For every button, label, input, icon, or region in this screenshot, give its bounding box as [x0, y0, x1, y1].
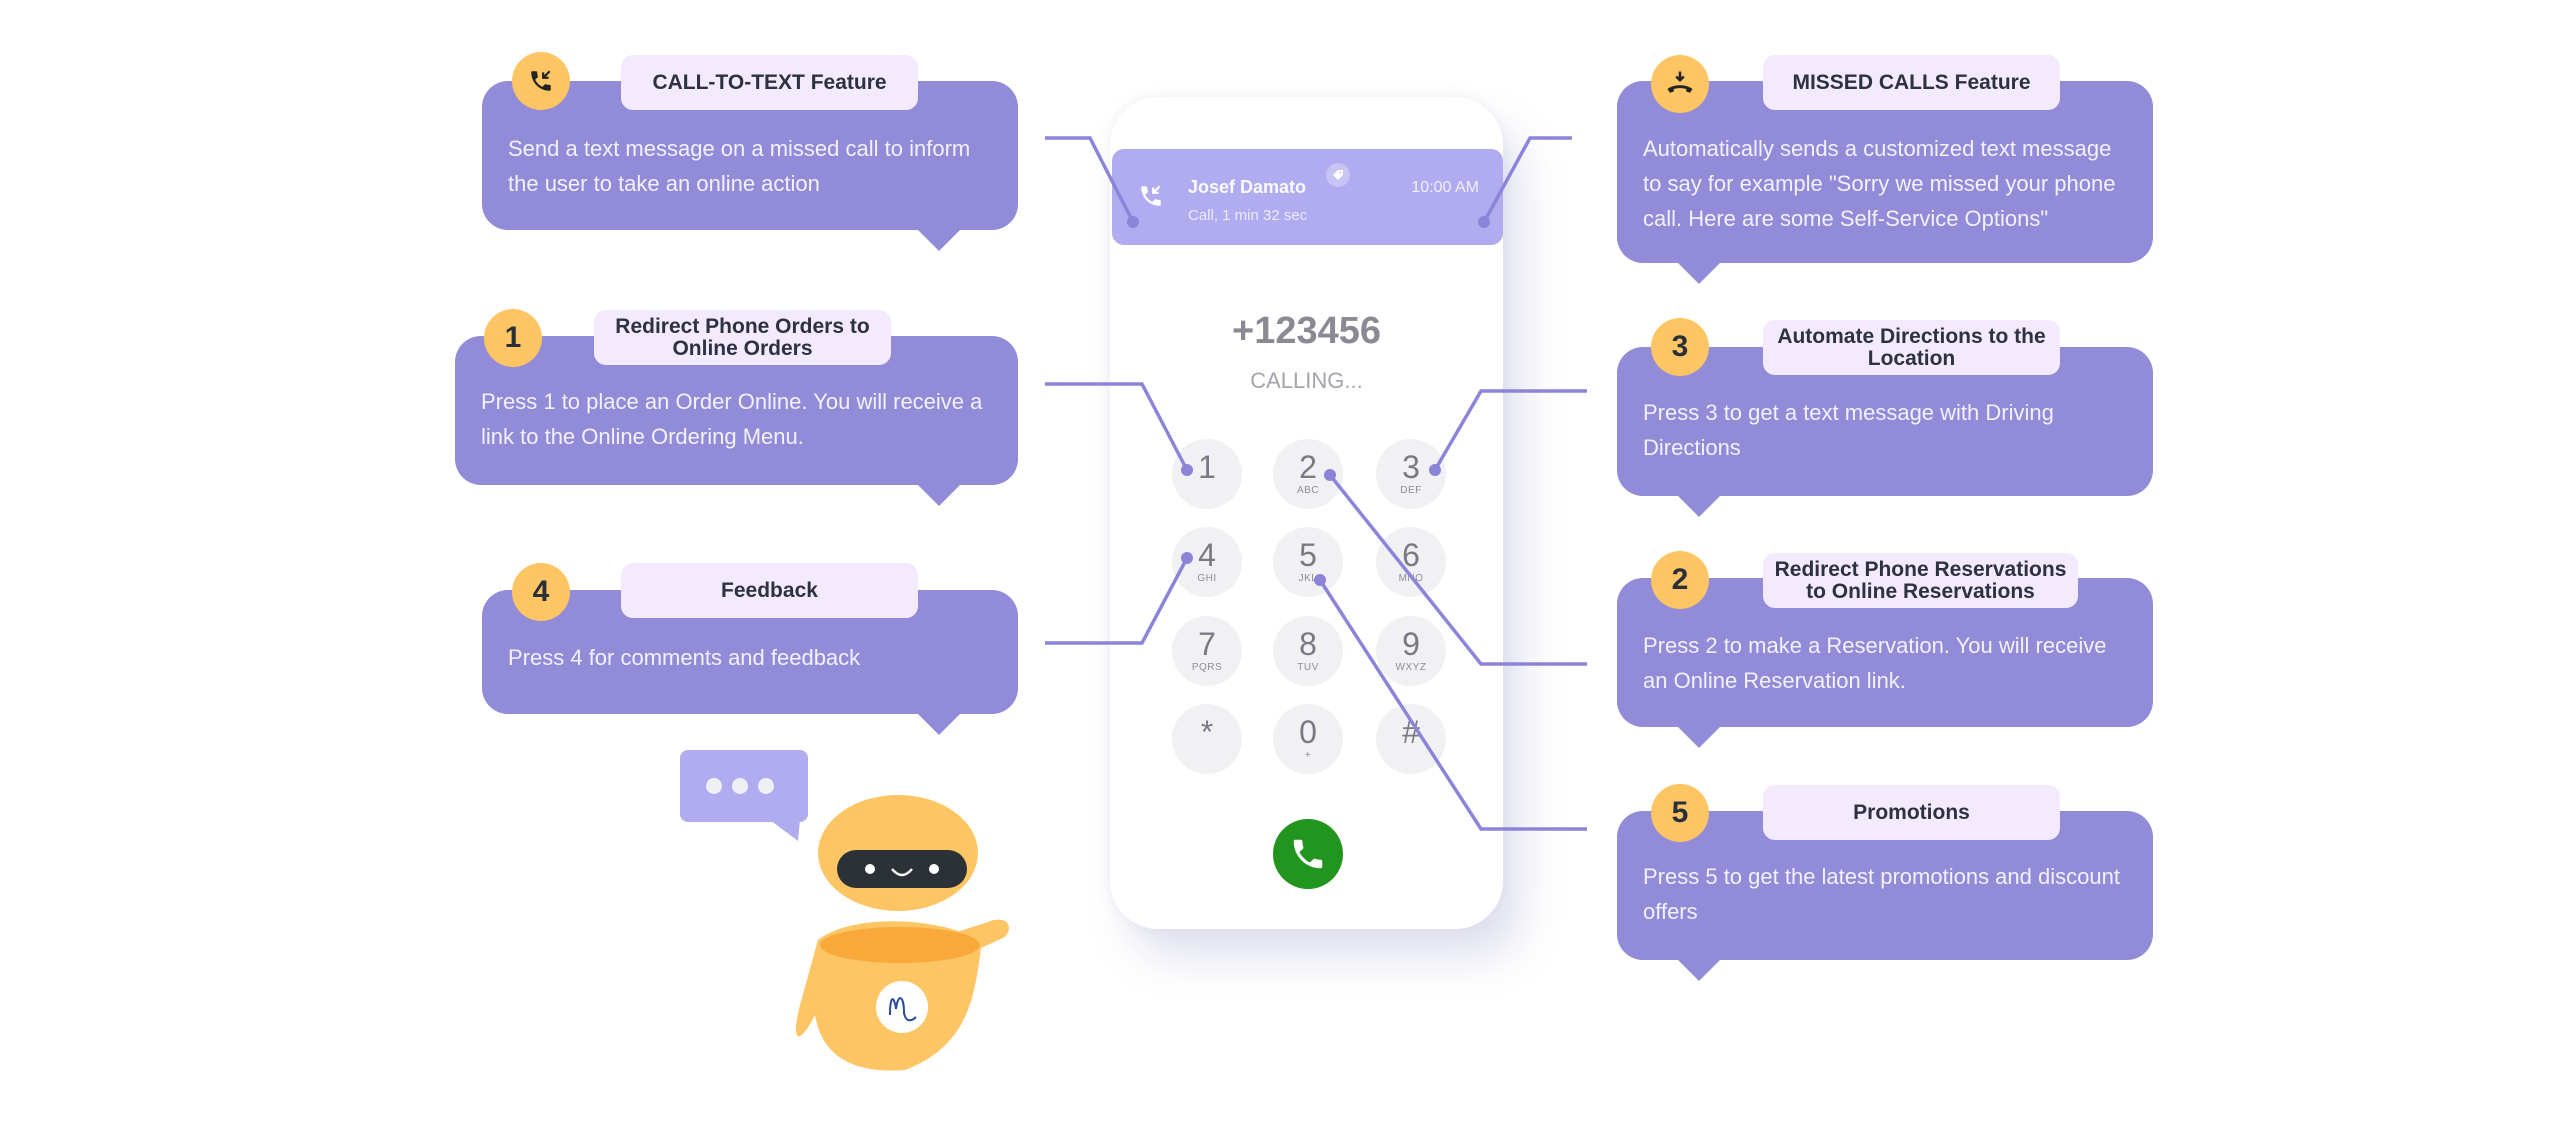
connector-key-5 [1318, 579, 1587, 831]
connector-lines [1045, 136, 1587, 831]
robot-icon [795, 795, 1009, 1071]
connector-call-to-text [1045, 136, 1135, 223]
connector-key-1 [1045, 382, 1189, 471]
connector-dot [1181, 464, 1193, 476]
connector-dot [1181, 552, 1193, 564]
robot-mascot [680, 750, 1009, 1071]
connector-key-3 [1433, 389, 1587, 471]
connector-dot [1324, 469, 1336, 481]
connector-key-4 [1045, 557, 1189, 645]
connector-key-2 [1328, 473, 1587, 666]
chat-bubble-icon [680, 750, 808, 841]
connector-dot [1127, 216, 1139, 228]
connector-dot [1314, 574, 1326, 586]
connector-missed-calls [1482, 136, 1572, 223]
connector-dot [1478, 216, 1490, 228]
connector-dot [1429, 464, 1441, 476]
